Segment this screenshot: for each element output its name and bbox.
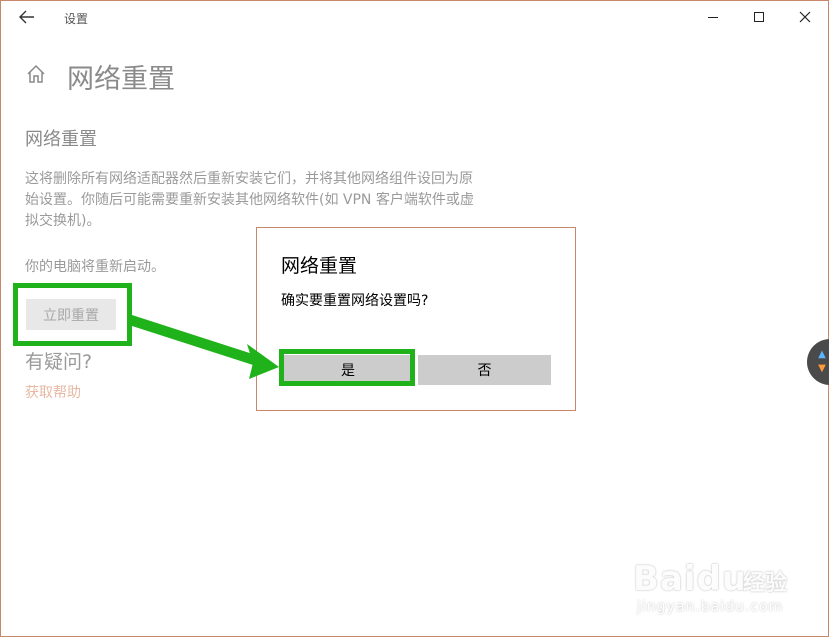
watermark-logo: Baidu [633,559,748,599]
highlight-box-yes [279,349,415,386]
question-title: 有疑问? [25,351,93,373]
dialog-title: 网络重置 [281,255,358,277]
app-title: 设置 [64,12,89,26]
title-bar: 设置 [1,1,828,33]
highlight-box-reset [13,283,132,346]
home-icon[interactable] [25,63,47,85]
arrow-up-icon: ▲ [818,349,826,360]
watermark-url: jingyan.baidu.com [637,599,784,615]
restart-note: 你的电脑将重新启动。 [25,259,165,275]
get-help-link[interactable]: 获取帮助 [25,382,81,402]
back-arrow-icon[interactable] [13,5,41,29]
no-button[interactable]: 否 [418,355,551,385]
section-title: 网络重置 [25,129,97,150]
description-text: 这将删除所有网络适配器然后重新安装它们，并将其他网络组件设回为原始设置。你随后可… [25,171,474,229]
close-icon[interactable] [782,1,828,33]
minimize-icon[interactable] [690,1,736,33]
baidu-watermark: Baidu 经验 jingyan.baidu.com [633,549,793,629]
settings-window: 设置 网络重置 网络重置 这将删除所有网络适配器然后重新安装它们，并将其他网络组… [0,0,829,637]
maximize-icon[interactable] [736,1,782,33]
dialog-message: 确实要重置网络设置吗? [281,293,429,309]
page-title: 网络重置 [67,64,175,95]
arrow-down-icon: ▼ [818,363,826,374]
scroll-widget[interactable]: ▲ ▼ [807,339,829,385]
watermark-product: 经验 [743,571,788,596]
